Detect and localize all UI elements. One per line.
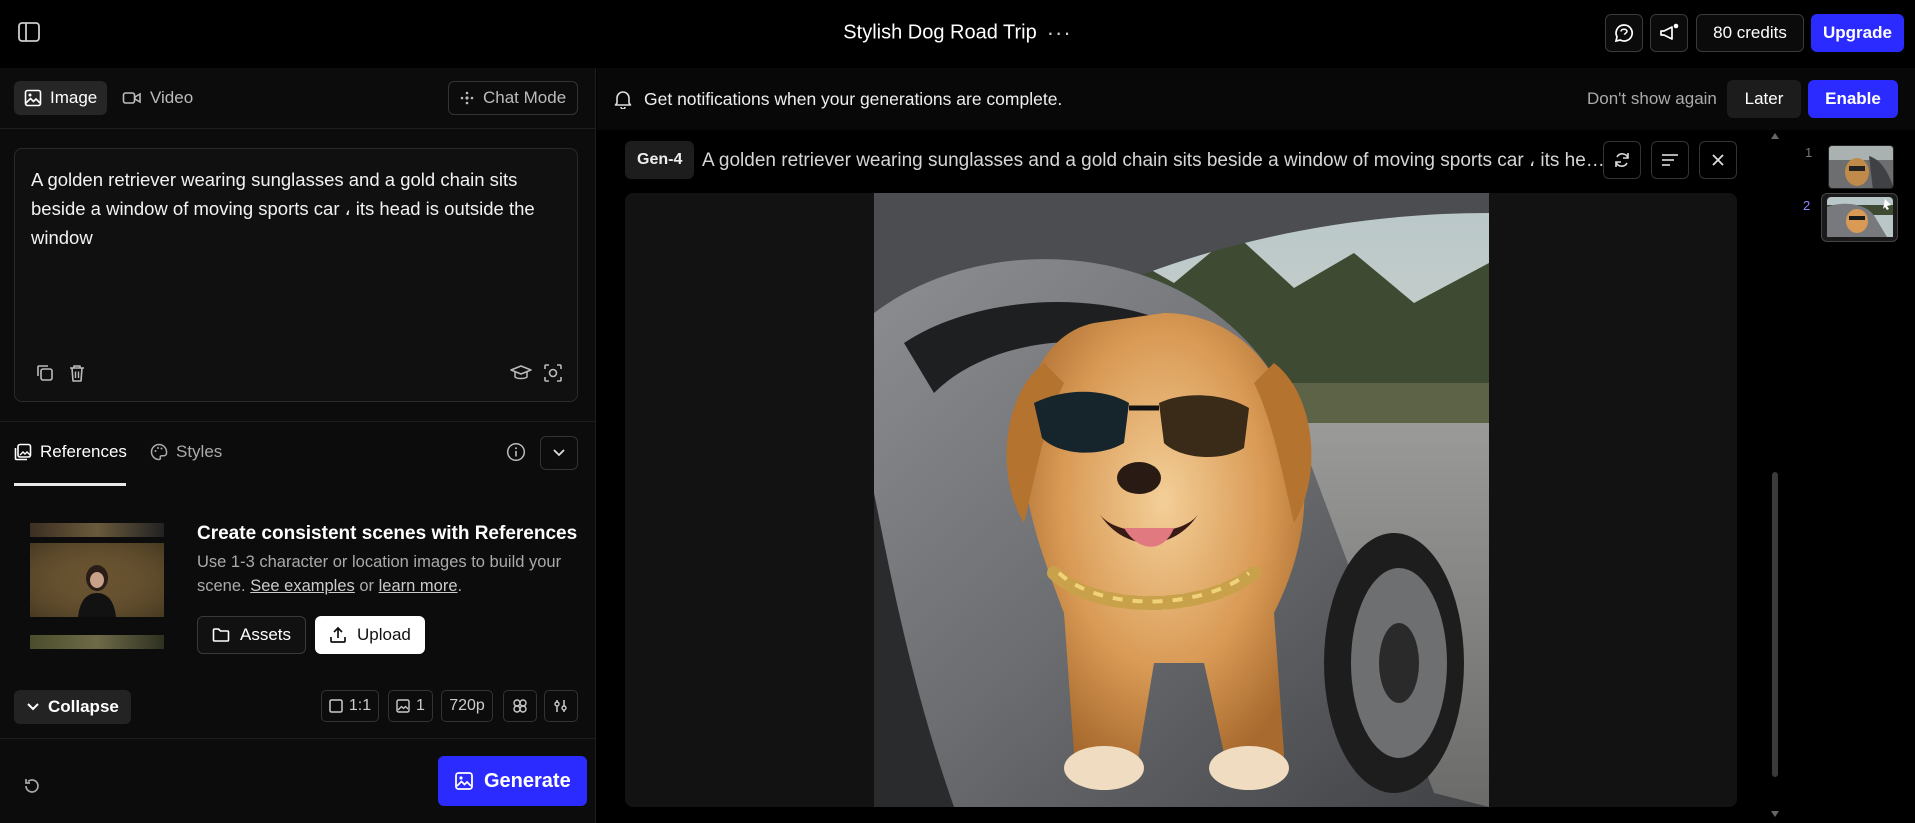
tab-video[interactable]: Video [112, 81, 203, 115]
tab-image-label: Image [50, 88, 98, 107]
project-title[interactable]: Stylish Dog Road Trip [843, 22, 1036, 44]
trash-icon[interactable] [63, 359, 91, 387]
dont-show-again-button[interactable]: Don't show again [1587, 89, 1717, 109]
enable-button[interactable]: Enable [1808, 80, 1898, 118]
generated-image[interactable] [874, 193, 1489, 807]
palette-icon [150, 443, 168, 461]
tab-styles[interactable]: Styles [150, 442, 222, 462]
aspect-ratio-value: 1:1 [348, 697, 372, 714]
prompt-box[interactable]: A golden retriever wearing sunglasses an… [14, 148, 578, 402]
generation-header: Gen-4 A golden retriever wearing sunglas… [625, 141, 1737, 179]
prompt-textarea[interactable]: A golden retriever wearing sunglasses an… [31, 165, 571, 252]
resolution-selector[interactable]: 720p [441, 690, 493, 722]
image-icon [396, 699, 410, 713]
image-icon [455, 772, 473, 790]
scroll-down-icon[interactable] [1770, 810, 1780, 818]
upload-button[interactable]: Upload [315, 616, 425, 654]
regenerate-button[interactable] [1603, 141, 1641, 179]
generate-button[interactable]: Generate [438, 756, 587, 806]
scan-icon[interactable] [539, 359, 567, 387]
tab-styles-label: Styles [176, 442, 223, 461]
scrollbar-thumb[interactable] [1772, 472, 1778, 777]
close-icon [1712, 154, 1724, 166]
notification-bar: Get notifications when your generations … [597, 68, 1915, 130]
video-camera-icon [122, 92, 141, 104]
model-tag: Gen-4 [625, 141, 695, 179]
active-tab-indicator [14, 483, 126, 486]
announcements-button[interactable] [1650, 14, 1688, 52]
history-thumbnail-1[interactable] [1828, 145, 1894, 189]
text-lines-icon [1662, 154, 1678, 166]
later-button[interactable]: Later [1727, 80, 1801, 118]
expand-references-button[interactable] [540, 436, 578, 470]
image-count-value: 1 [416, 697, 425, 714]
aspect-ratio-selector[interactable]: 1:1 [321, 690, 379, 722]
advanced-settings-button[interactable] [544, 690, 578, 722]
chat-bubble-icon [1614, 24, 1633, 43]
generate-label: Generate [484, 769, 571, 792]
reset-icon[interactable] [18, 772, 46, 800]
image-count-selector[interactable]: 1 [388, 690, 433, 722]
collapse-button[interactable]: Collapse [14, 690, 131, 724]
close-generation-button[interactable] [1699, 141, 1737, 179]
history-index-1: 1 [1805, 145, 1813, 160]
references-icon [14, 443, 32, 461]
sliders-icon [554, 700, 567, 712]
period-text: . [457, 577, 463, 595]
square-icon [329, 699, 343, 713]
image-icon [24, 89, 42, 107]
bell-icon [614, 89, 632, 109]
credits-button[interactable]: 80 credits [1696, 14, 1804, 52]
references-description: Use 1-3 character or location images to … [197, 550, 577, 598]
divider [0, 421, 596, 422]
copy-icon[interactable] [31, 359, 59, 387]
refresh-icon [1615, 153, 1629, 167]
chevron-down-icon [553, 449, 565, 457]
style-presets-button[interactable] [503, 690, 537, 722]
collapse-label: Collapse [48, 697, 119, 716]
scroll-up-icon[interactable] [1770, 132, 1780, 140]
upload-icon [330, 626, 346, 643]
folder-icon [212, 628, 230, 642]
history-thumbnail-2[interactable] [1827, 197, 1893, 241]
references-heading: Create consistent scenes with References [197, 523, 578, 544]
megaphone-icon [1660, 23, 1679, 40]
history-index-2: 2 [1803, 198, 1811, 213]
assets-button[interactable]: Assets [197, 616, 307, 654]
feedback-button[interactable] [1605, 14, 1643, 52]
more-options-icon[interactable]: ··· [1047, 20, 1072, 46]
tab-references[interactable]: References [14, 442, 127, 462]
learn-more-link[interactable]: learn more [379, 577, 458, 595]
image-viewer [625, 193, 1737, 807]
left-panel: Image Video Chat Mode A golden retriever… [0, 68, 596, 823]
prompt-details-button[interactable] [1651, 141, 1689, 179]
see-examples-link[interactable]: See examples [250, 577, 355, 595]
tab-image[interactable]: Image [14, 81, 108, 115]
divider [0, 738, 596, 739]
tab-video-label: Video [150, 88, 194, 107]
notification-message: Get notifications when your generations … [644, 89, 1063, 109]
grid-flower-icon [513, 699, 527, 713]
divider [0, 128, 596, 129]
chevron-down-icon [27, 703, 39, 711]
chat-mode-button[interactable]: Chat Mode [448, 81, 578, 115]
top-bar: Stylish Dog Road Trip ··· 80 credits Upgr… [0, 0, 1915, 68]
or-text: or [359, 577, 375, 595]
chat-mode-label: Chat Mode [483, 88, 567, 107]
graduation-cap-icon[interactable] [507, 359, 535, 387]
upgrade-button[interactable]: Upgrade [1811, 14, 1904, 52]
tab-references-label: References [40, 442, 127, 461]
info-icon[interactable] [506, 442, 526, 462]
sparkle-icon [460, 91, 474, 105]
assets-label: Assets [240, 625, 292, 644]
generation-prompt-preview[interactable]: A golden retriever wearing sunglasses an… [702, 149, 1607, 172]
upload-label: Upload [357, 625, 411, 644]
